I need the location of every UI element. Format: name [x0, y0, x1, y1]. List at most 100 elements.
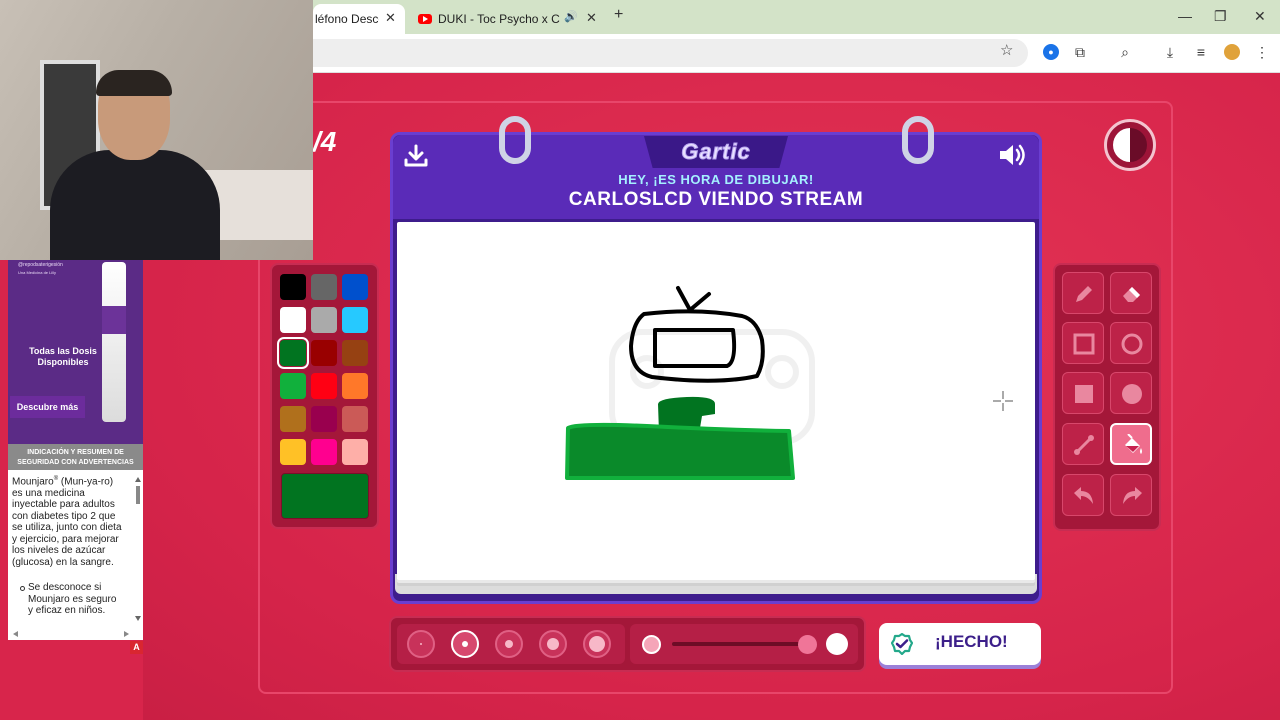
color-swatch[interactable] [280, 406, 306, 432]
color-swatch[interactable] [342, 274, 368, 300]
drawn-green-ground [565, 422, 795, 480]
current-color-preview [281, 473, 369, 519]
tab-title: DUKI - Toc Psycho x CRYPTO [438, 12, 560, 26]
color-swatch[interactable] [277, 337, 309, 369]
speaker-icon[interactable]: 🔊 [564, 10, 578, 23]
paint-bucket-icon [1125, 434, 1142, 454]
word-to-draw: CARLOSLCD VIENDO STREAM [568, 189, 864, 210]
brush-size-2[interactable] [451, 630, 479, 658]
new-tab-button[interactable]: + [614, 6, 623, 24]
rect-outline-tool[interactable] [1062, 322, 1104, 364]
color-swatch[interactable] [311, 274, 337, 300]
tab-duki[interactable]: DUKI - Toc Psycho x CRYPTO 🔊 ✕ [410, 4, 610, 34]
done-button[interactable]: ¡HECHO! [879, 623, 1041, 665]
ad-scrollbar[interactable] [134, 474, 142, 624]
bookmark-star-icon[interactable]: ☆ [1000, 41, 1013, 59]
ad-warning-header: INDICACIÓN Y RESUMEN DE SEGURIDAD CON AD… [8, 444, 143, 470]
color-swatch[interactable] [311, 406, 337, 432]
round-counter: /4 [313, 126, 337, 157]
ad-brand: Mounjaro [12, 476, 54, 488]
ad-body-text: Mounjaro® (Mun-ya-ro) es una medicina in… [12, 474, 122, 568]
extensions-puzzle-icon[interactable]: ⧉ [1072, 44, 1088, 60]
opacity-min-icon [642, 635, 661, 654]
color-swatch[interactable] [311, 307, 337, 333]
opacity-slider-handle[interactable] [798, 635, 817, 654]
done-label: ¡HECHO! [935, 632, 1008, 651]
ad-body: (Mun-ya-ro) es una medicina inyectable p… [12, 476, 122, 568]
ad-pen-image [102, 262, 126, 422]
color-swatch[interactable] [311, 439, 337, 465]
binder-ring-right [902, 116, 934, 164]
ad-banner[interactable]: @repodsaterigesión Una Medicina de Lilly… [8, 260, 143, 444]
ad-cta-button[interactable]: Descubre más [10, 396, 85, 418]
color-swatch[interactable] [342, 373, 368, 399]
eraser-icon [1123, 287, 1140, 302]
side-ad[interactable]: @repodsaterigesión Una Medicina de Lilly… [8, 260, 143, 640]
tab-search-icon[interactable]: ⌕ [1117, 44, 1133, 60]
menu-dots-icon[interactable]: ⋮ [1254, 44, 1270, 60]
opacity-slider-track[interactable] [672, 642, 808, 646]
brush-size-3[interactable] [495, 630, 523, 658]
contrast-toggle-icon[interactable] [1104, 119, 1156, 171]
square-outline-icon [1073, 333, 1095, 355]
webcam-overlay [0, 0, 313, 260]
ellipse-outline-tool[interactable] [1110, 322, 1152, 364]
square-filled-icon [1075, 385, 1093, 403]
download-drawing-icon[interactable] [403, 143, 429, 169]
restore-icon[interactable]: ❐ [1214, 8, 1227, 25]
color-swatch[interactable] [311, 373, 337, 399]
circle-outline-icon [1121, 333, 1143, 355]
omnibox[interactable] [313, 39, 1028, 67]
turn-prompt: HEY, ¡ES HORA DE DIBUJAR! [618, 172, 814, 187]
opacity-max-icon [826, 633, 848, 655]
close-tab-icon[interactable]: ✕ [385, 10, 396, 26]
minimize-icon[interactable]: — [1178, 8, 1192, 24]
color-swatch[interactable] [342, 439, 368, 465]
close-tab-icon[interactable]: ✕ [586, 10, 597, 26]
gartic-logo: Gartic [681, 139, 751, 165]
ad-small-text: Una Medicina de Lilly [18, 270, 57, 275]
ellipse-fill-tool[interactable] [1110, 372, 1152, 414]
pencil-tool[interactable] [1062, 272, 1104, 314]
color-swatch[interactable] [280, 307, 306, 333]
media-control-icon[interactable]: ≡ [1193, 44, 1209, 60]
ad-small-text: @repodsaterigesión [18, 262, 63, 268]
drawing-canvas[interactable] [397, 222, 1035, 580]
bullet-icon [20, 586, 25, 591]
ad-pen-label [102, 306, 126, 334]
download-icon[interactable]: ⤓ [1162, 44, 1178, 60]
color-swatch[interactable] [280, 373, 306, 399]
extension-icon[interactable]: ● [1043, 44, 1059, 60]
cursor-crosshair-icon [993, 391, 1013, 411]
tab-title: léfono Descon [315, 12, 379, 26]
color-swatch[interactable] [342, 307, 368, 333]
bucket-tool[interactable] [1110, 423, 1152, 465]
tab-telefono[interactable]: léfono Descon ✕ [313, 4, 405, 34]
color-swatch[interactable] [342, 406, 368, 432]
adchoices-icon[interactable]: A [130, 641, 143, 654]
color-swatch[interactable] [311, 340, 337, 366]
brush-size-5[interactable] [583, 630, 611, 658]
volume-icon[interactable] [997, 142, 1027, 168]
webcam-person-body [50, 150, 220, 260]
circle-filled-icon [1122, 384, 1142, 404]
color-swatch[interactable] [342, 340, 368, 366]
webcam-person-hair [96, 70, 172, 96]
binder-ring-left [499, 116, 531, 164]
profile-avatar[interactable] [1224, 44, 1240, 60]
brush-size-1[interactable] [407, 630, 435, 658]
undo-tool[interactable] [1062, 474, 1104, 516]
ad-horizontal-scrollbar[interactable] [10, 630, 132, 638]
eraser-tool[interactable] [1110, 272, 1152, 314]
redo-icon [1123, 487, 1142, 504]
line-icon [1074, 435, 1094, 455]
line-tool[interactable] [1062, 423, 1104, 465]
rect-fill-tool[interactable] [1062, 372, 1104, 414]
pencil-icon [1076, 286, 1092, 302]
color-swatch[interactable] [280, 274, 306, 300]
redo-tool[interactable] [1110, 474, 1152, 516]
color-swatch[interactable] [280, 439, 306, 465]
close-window-icon[interactable]: ✕ [1254, 8, 1266, 25]
brush-size-4[interactable] [539, 630, 567, 658]
ad-headline: Todas las Dosis Disponibles [29, 346, 97, 367]
